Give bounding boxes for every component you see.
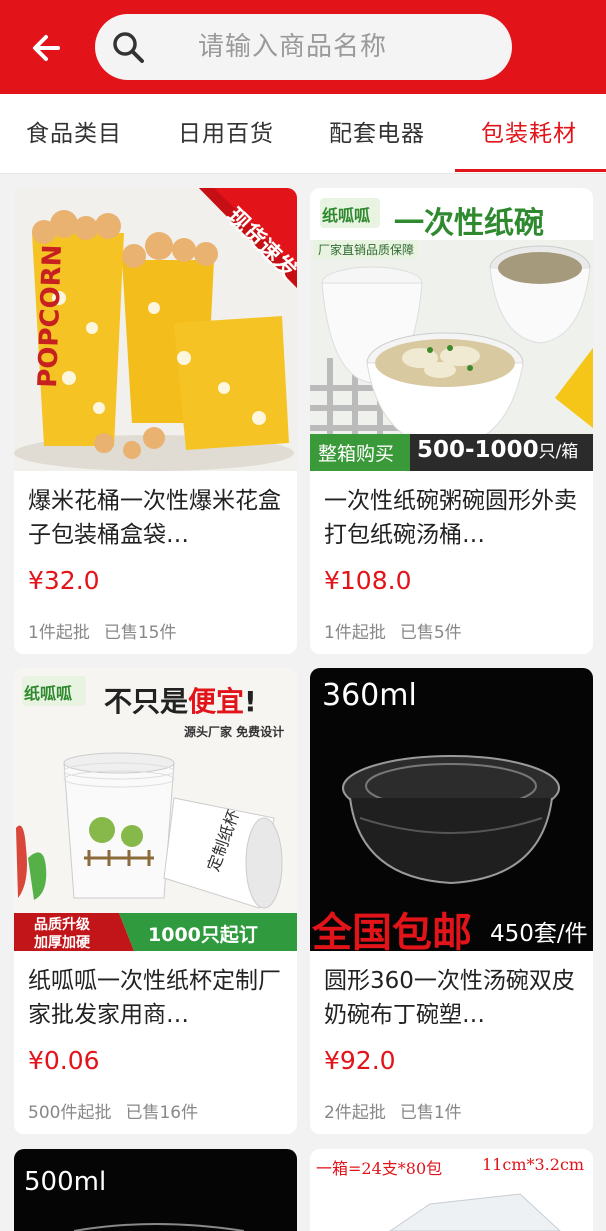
- image-sub-badge: 厂家直销品质保障: [314, 240, 419, 259]
- top-bar: 请输入商品名称: [0, 0, 606, 94]
- sold-count: 已售1件: [399, 1103, 462, 1123]
- product-title: 纸呱呱一次性纸杯定制厂家批发家用商…: [28, 968, 281, 1028]
- category-tabs: 食品类目 日用百货 配套电器 包装耗材: [0, 94, 606, 174]
- sold-count: 已售16件: [125, 1103, 199, 1123]
- product-title: 一次性纸碗粥碗圆形外卖打包纸碗汤桶…: [324, 488, 577, 548]
- image-bottom-left: 整箱购买: [318, 443, 395, 465]
- headline-a: 不只是: [104, 685, 189, 718]
- product-card[interactable]: 500ml: [14, 1149, 297, 1231]
- product-card[interactable]: 纸呱呱 一次性纸碗 厂家直销品质保障 整箱购买 500-1000只/箱 一次性纸…: [310, 188, 593, 654]
- product-price: ¥32.0: [28, 566, 100, 595]
- product-image: 纸呱呱 一次性纸碗 厂家直销品质保障 整箱购买 500-1000只/箱: [310, 188, 593, 471]
- image-pack: 450套/件: [490, 921, 588, 947]
- product-price: ¥0.06: [28, 1046, 100, 1075]
- product-card[interactable]: 纸呱呱 不只是便宜! 源头厂家 免费设计 定制纸杯 品质升级 加厚加硬 1000…: [14, 668, 297, 1134]
- product-image: POPCORN 现货速发: [14, 188, 297, 471]
- product-price: ¥108.0: [324, 566, 412, 595]
- sold-count: 已售5件: [399, 623, 462, 643]
- sold-count: 已售15件: [103, 623, 177, 643]
- product-image: 500ml: [14, 1149, 297, 1231]
- product-meta: 2件起批 已售1件: [324, 1098, 462, 1123]
- search-input[interactable]: 请输入商品名称: [95, 14, 512, 80]
- arrow-left-icon[interactable]: [28, 28, 68, 68]
- product-card[interactable]: POPCORN 现货速发 爆米花桶一次性爆米花盒子包装桶盒袋… ¥32.0 1件…: [14, 188, 297, 654]
- active-tab-indicator: [455, 169, 606, 172]
- image-promo: 全国包邮: [312, 910, 472, 951]
- tab-packaging[interactable]: 包装耗材: [481, 94, 577, 174]
- image-sub: 源头厂家 免费设计: [184, 725, 285, 739]
- product-meta: 500件起批 已售16件: [28, 1098, 198, 1123]
- product-title: 爆米花桶一次性爆米花盒子包装桶盒袋…: [28, 488, 281, 548]
- headline-c: !: [244, 685, 257, 718]
- image-spec-right: 11cm*3.2cm: [482, 1155, 585, 1174]
- headline-b: 便宜: [188, 685, 245, 718]
- product-card[interactable]: 360ml 全国包邮 450套/件 圆形360一次性汤碗双皮奶碗布丁碗塑… ¥9…: [310, 668, 593, 1134]
- qty-unit: 只/箱: [538, 442, 579, 462]
- product-meta: 1件起批 已售5件: [324, 618, 462, 643]
- product-title: 圆形360一次性汤碗双皮奶碗布丁碗塑…: [324, 968, 575, 1028]
- tab-appliances[interactable]: 配套电器: [329, 94, 425, 174]
- min-order: 500件起批: [28, 1103, 112, 1123]
- badge-right: 1000只起订: [148, 924, 258, 946]
- product-image: 纸呱呱 不只是便宜! 源头厂家 免费设计 定制纸杯 品质升级 加厚加硬 1000…: [14, 668, 297, 951]
- product-card[interactable]: 一箱=24支*80包 11cm*3.2cm: [310, 1149, 593, 1231]
- min-order: 1件起批: [28, 623, 90, 643]
- image-headline: 不只是便宜!: [104, 680, 257, 720]
- product-image: 360ml 全国包邮 450套/件: [310, 668, 593, 951]
- min-order: 1件起批: [324, 623, 386, 643]
- search-icon: [113, 32, 144, 63]
- logo: 纸呱呱: [24, 684, 73, 703]
- product-price: ¥92.0: [324, 1046, 396, 1075]
- min-order: 2件起批: [324, 1103, 386, 1123]
- tab-food[interactable]: 食品类目: [26, 94, 122, 174]
- logo: 纸呱呱: [322, 206, 371, 225]
- badge-line2: 加厚加硬: [34, 935, 90, 951]
- product-meta: 1件起批 已售15件: [28, 618, 176, 643]
- badge-line1: 品质升级: [34, 917, 90, 933]
- image-spec-left: 一箱=24支*80包: [316, 1159, 443, 1178]
- qty-range: 500-1000: [417, 437, 539, 463]
- product-image: 一箱=24支*80包 11cm*3.2cm: [310, 1149, 593, 1231]
- search-placeholder: 请输入商品名称: [198, 32, 388, 62]
- tab-daily-goods[interactable]: 日用百货: [178, 94, 274, 174]
- image-headline: 一次性纸碗: [394, 206, 544, 241]
- image-volume: 360ml: [322, 678, 417, 713]
- image-volume: 500ml: [24, 1167, 107, 1197]
- image-bottom-qty: 500-1000只/箱: [417, 437, 578, 463]
- cup-text: POPCORN: [33, 244, 68, 388]
